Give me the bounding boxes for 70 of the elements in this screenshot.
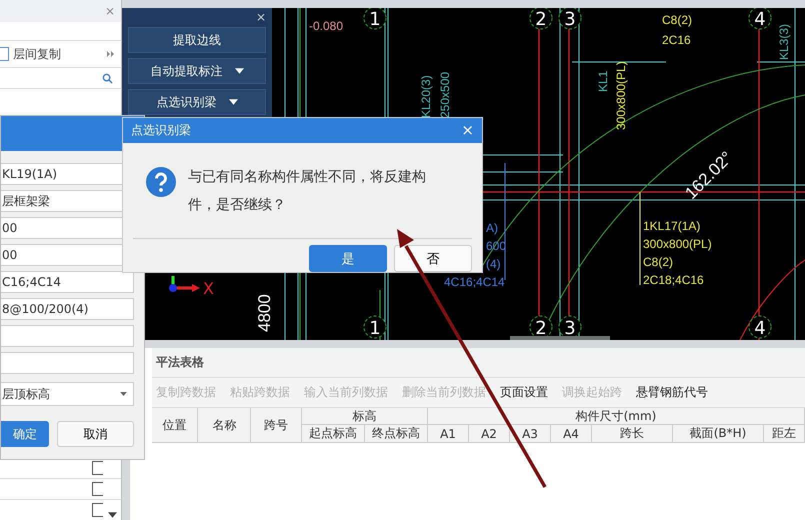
cad-annotation: C8(2) <box>643 255 674 269</box>
cad-annotation: -0.080 <box>309 19 344 33</box>
toolbar-button[interactable]: 悬臂钢筋代号 <box>636 384 708 401</box>
axis-label: 4 <box>754 9 766 30</box>
checkbox[interactable] <box>0 47 9 61</box>
column-header: 名称 <box>198 408 252 442</box>
cad-annotation: KL1 <box>596 70 610 92</box>
tool-button[interactable]: 提取边线 <box>128 27 266 53</box>
input-field[interactable]: C16;4C14 <box>1 271 134 293</box>
column-header: 标高 <box>302 408 428 425</box>
cad-annotation: 300x800(PL) <box>643 237 712 251</box>
column-header: 截面(B*H) <box>673 425 764 442</box>
column-header: 构件尺寸(mm) <box>428 408 805 425</box>
cad-annotation: 4800 <box>255 294 274 332</box>
dialog-title: 点选识别梁 <box>131 122 191 139</box>
close-button[interactable]: × <box>461 121 474 140</box>
cad-annotation: 2C18;4C16 <box>643 273 704 287</box>
checkbox[interactable] <box>92 482 103 496</box>
input-field[interactable] <box>1 352 134 374</box>
column-header: 跨号 <box>251 408 302 442</box>
cad-annotation: A) <box>486 221 498 235</box>
axis-label: X <box>203 279 214 298</box>
input-field[interactable] <box>1 325 134 347</box>
message-text: 与已有同名称构件属性不同，将反建构件，是否继续？ <box>188 168 427 214</box>
axis-label: 2 <box>535 9 547 30</box>
cad-annotation: 250x500 <box>438 72 452 118</box>
search-icon[interactable] <box>102 72 113 84</box>
input-field[interactable]: 8@100/200(4) <box>1 298 134 320</box>
caret-icon <box>120 392 127 396</box>
axis-label: 1 <box>369 9 381 30</box>
dialog-button[interactable]: 确定 <box>1 421 49 447</box>
column-header: 终点标高 <box>365 425 428 442</box>
tool-button[interactable]: 自动提取标注 <box>128 58 266 84</box>
close-button[interactable]: × <box>256 12 266 22</box>
column-header: 距左 <box>764 425 805 442</box>
column-header: 起点标高 <box>302 425 365 442</box>
dialog-button[interactable]: 否 <box>394 245 472 272</box>
cad-annotation: 4C16;4C14 <box>444 275 505 289</box>
expand-icon[interactable] <box>107 50 115 58</box>
axis-label: 4 <box>754 318 766 339</box>
toolbar-button[interactable]: 页面设置 <box>500 384 548 401</box>
column-header: 位置 <box>152 408 198 442</box>
column-header: A2 <box>469 425 510 442</box>
column-header: A3 <box>510 425 551 442</box>
cad-annotation: 1KL17(1A) <box>643 219 700 233</box>
cad-annotation: 300x800(PL) <box>614 61 628 130</box>
axis-label: 3 <box>564 9 576 30</box>
scrollbar-thumb[interactable] <box>510 336 610 340</box>
cad-annotation: (4) <box>486 257 501 271</box>
axis-label: 3 <box>564 318 576 339</box>
cad-annotation: C8(2) <box>662 13 692 27</box>
column-header: A4 <box>551 425 592 442</box>
axis-label: 2 <box>535 318 547 339</box>
cad-annotation: KL3(3) <box>777 24 791 60</box>
scroll-down-icon[interactable] <box>108 512 117 518</box>
dialog-button[interactable]: 取消 <box>56 421 134 447</box>
checkbox[interactable] <box>92 461 103 475</box>
column-header: 跨长 <box>592 425 673 442</box>
cad-annotation: 2C16 <box>662 33 691 47</box>
cad-annotation: KL20(3) <box>419 75 433 118</box>
dialog-button[interactable]: 是 <box>309 245 387 272</box>
checkbox[interactable] <box>92 503 103 517</box>
copy-option-label[interactable]: 层间复制 <box>13 46 103 62</box>
panel-title: 平法表格 <box>152 348 805 378</box>
column-header: A1 <box>428 425 469 442</box>
axis-label: 1 <box>369 318 381 339</box>
question-icon <box>146 166 176 196</box>
select-field[interactable]: 层顶标高 <box>1 382 134 406</box>
tool-button[interactable]: 点选识别梁 <box>128 89 266 115</box>
axis-gizmo-icon <box>169 276 200 292</box>
